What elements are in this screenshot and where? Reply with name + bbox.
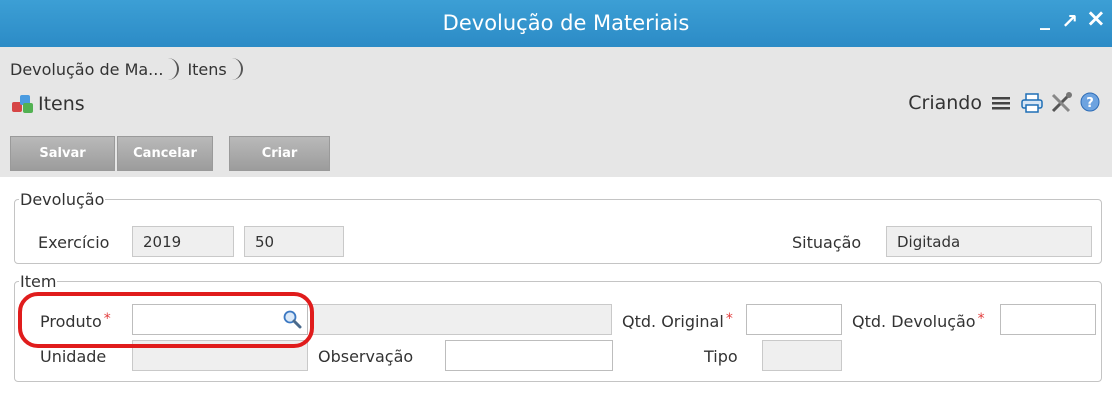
tipo-label: Tipo	[704, 347, 738, 366]
tools-icon[interactable]	[1050, 92, 1072, 114]
qtd-original-input[interactable]	[746, 304, 842, 335]
page-title: Itens	[38, 93, 85, 115]
breadcrumb-item-devolucao[interactable]: Devolução de Ma...	[10, 58, 187, 80]
create-button[interactable]: Criar	[229, 136, 330, 171]
devolucao-legend: Devolução	[20, 190, 105, 209]
print-icon[interactable]	[1020, 92, 1043, 114]
header-tools: Criando ?	[908, 92, 1102, 114]
produto-description-field	[310, 304, 612, 335]
breadcrumb: Devolução de Ma... Itens	[10, 58, 251, 80]
required-marker: *	[977, 311, 985, 327]
maximize-button[interactable]: ↗	[1061, 9, 1078, 33]
cancel-button[interactable]: Cancelar	[117, 136, 213, 171]
qtd-original-label-text: Qtd. Original	[622, 312, 724, 331]
mode-label: Criando	[908, 92, 982, 114]
situacao-label: Situação	[792, 233, 862, 252]
numero-field[interactable]: 50	[244, 226, 344, 257]
situacao-field[interactable]: Digitada	[886, 226, 1092, 257]
qtd-devolucao-label: Qtd. Devolução *	[852, 311, 985, 331]
action-toolbar: Salvar Cancelar Criar	[10, 136, 330, 171]
required-marker: *	[725, 311, 733, 327]
tipo-field[interactable]	[762, 340, 842, 371]
observacao-label: Observação	[318, 347, 414, 366]
qtd-devolucao-input[interactable]	[1000, 304, 1096, 335]
cubes-icon	[12, 95, 34, 113]
breadcrumb-label: Itens	[187, 59, 227, 79]
qtd-devolucao-label-text: Qtd. Devolução	[852, 312, 976, 331]
exercicio-field[interactable]: 2019	[132, 226, 234, 257]
minimize-button[interactable]: _	[1040, 6, 1050, 30]
menu-icon[interactable]	[990, 92, 1012, 114]
save-button[interactable]: Salvar	[10, 136, 115, 171]
close-button[interactable]: ×	[1086, 4, 1106, 32]
exercicio-label: Exercício	[38, 233, 110, 252]
observacao-input[interactable]	[445, 340, 613, 371]
breadcrumb-separator	[167, 58, 180, 80]
page-header: Itens	[12, 93, 85, 115]
svg-text:?: ?	[1086, 96, 1094, 111]
breadcrumb-item-itens[interactable]: Itens	[187, 58, 250, 80]
unidade-label: Unidade	[40, 347, 107, 366]
item-legend: Item	[20, 272, 57, 291]
window-titlebar: Devolução de Materiais _ ↗ ×	[0, 0, 1112, 47]
help-icon[interactable]: ?	[1080, 92, 1102, 114]
highlight-annotation	[18, 292, 314, 348]
breadcrumb-label: Devolução de Ma...	[10, 59, 164, 79]
window-title: Devolução de Materiais	[442, 11, 690, 35]
breadcrumb-separator	[231, 58, 243, 80]
qtd-original-label: Qtd. Original *	[622, 311, 733, 331]
